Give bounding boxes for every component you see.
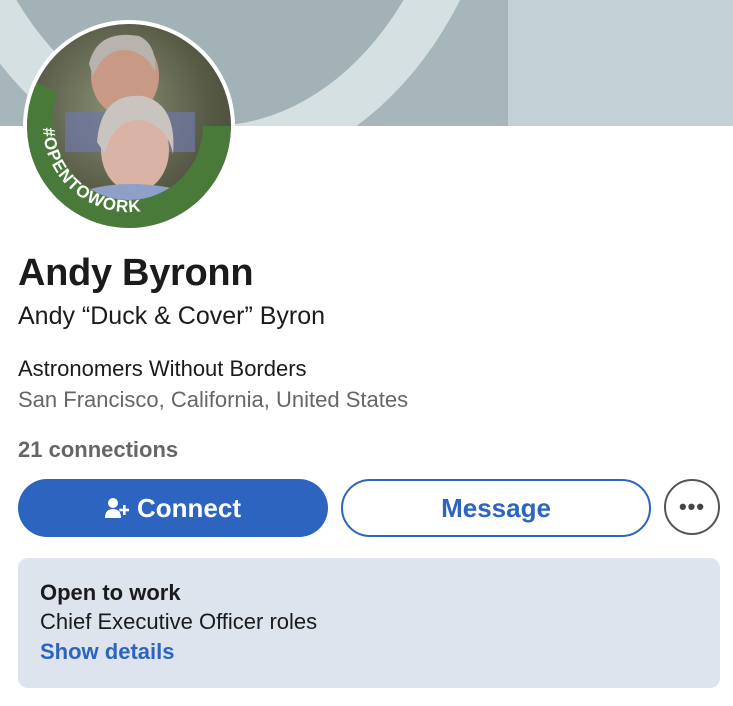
- profile-photo: #OPENTOWORK: [27, 24, 231, 228]
- profile-headline: Andy “Duck & Cover” Byron: [18, 302, 326, 330]
- more-options-button[interactable]: •••: [664, 479, 720, 535]
- open-to-work-card: Open to work Chief Executive Officer rol…: [18, 558, 720, 688]
- open-to-work-roles: Chief Executive Officer roles: [40, 609, 318, 634]
- add-person-icon: [105, 496, 129, 520]
- open-to-work-badge: #OPENTOWORK: [27, 82, 231, 228]
- more-options-icon: •••: [678, 494, 706, 519]
- avatar[interactable]: #OPENTOWORK: [23, 20, 235, 232]
- message-button[interactable]: Message: [341, 479, 651, 537]
- connect-button[interactable]: Connect: [18, 479, 328, 537]
- profile-company[interactable]: Astronomers Without Borders: [18, 356, 307, 382]
- open-to-work-title: Open to work: [40, 580, 181, 605]
- open-to-work-badge-text: #OPENTOWORK: [39, 127, 141, 217]
- show-details-link[interactable]: Show details: [40, 639, 174, 665]
- message-label: Message: [441, 492, 551, 523]
- connections-count[interactable]: 21 connections: [18, 437, 178, 463]
- connect-label: Connect: [137, 492, 241, 523]
- profile-name: Andy Byronn: [18, 252, 254, 294]
- banner-shape-right: [508, 0, 733, 126]
- profile-location: San Francisco, California, United States: [18, 387, 409, 412]
- svg-text:#OPENTOWORK: #OPENTOWORK: [39, 127, 142, 217]
